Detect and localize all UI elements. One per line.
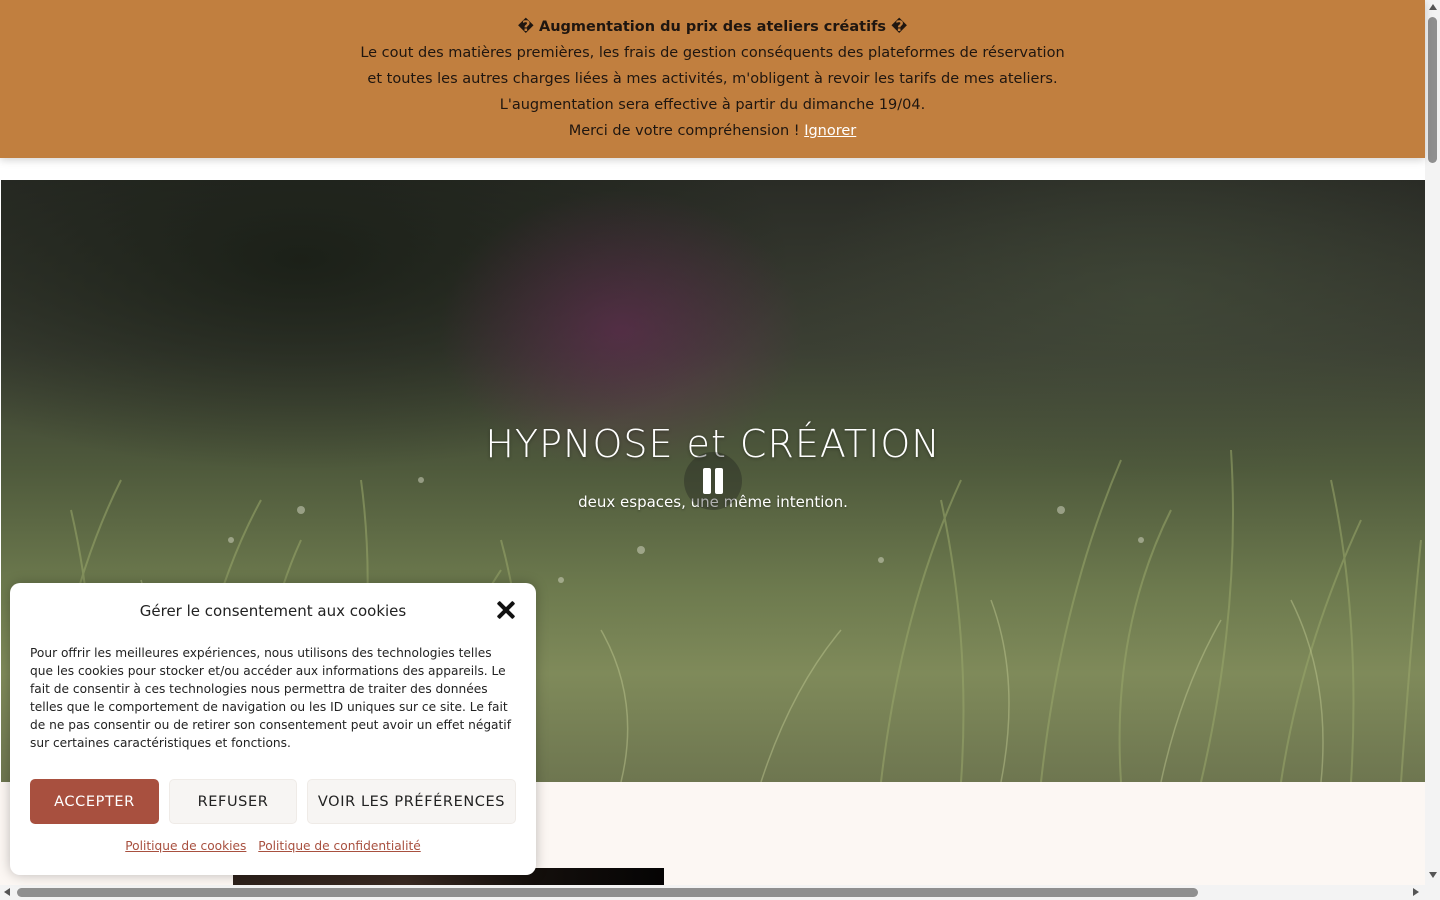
- view-preferences-button[interactable]: Voir les préférences: [307, 779, 516, 824]
- cookie-policy-link[interactable]: Politique de cookies: [125, 839, 246, 853]
- cookie-dialog-title: Gérer le consentement aux cookies: [139, 602, 407, 620]
- scroll-up-arrow-icon[interactable]: [1429, 4, 1437, 10]
- price-increase-notice: � Augmentation du prix des ateliers créa…: [0, 0, 1425, 158]
- notice-text-line: Merci de votre compréhension ! Ignorer: [0, 118, 1425, 144]
- notice-text-line: Le cout des matières premières, les frai…: [360, 45, 1065, 61]
- pause-icon[interactable]: [684, 452, 742, 510]
- close-icon[interactable]: [496, 600, 516, 620]
- notice-title: � Augmentation du prix des ateliers créa…: [517, 19, 908, 35]
- scrollbar-corner: [1425, 885, 1440, 900]
- scroll-down-arrow-icon[interactable]: [1429, 872, 1437, 878]
- notice-text-line: L'augmentation sera effective à partir d…: [499, 97, 926, 113]
- vertical-scrollbar[interactable]: [1425, 0, 1440, 885]
- scroll-left-arrow-icon[interactable]: [4, 888, 10, 896]
- accept-cookies-button[interactable]: Accepter: [30, 779, 159, 824]
- page: � Augmentation du prix des ateliers créa…: [0, 0, 1440, 900]
- scroll-right-arrow-icon[interactable]: [1413, 888, 1419, 896]
- privacy-policy-link[interactable]: Politique de confidentialité: [258, 839, 420, 853]
- cookie-dialog-text: Pour offrir les meilleures expériences, …: [30, 646, 511, 750]
- cookie-policy-links: Politique de cookies Politique de confid…: [10, 839, 536, 853]
- notice-thanks-text: Merci de votre compréhension !: [568, 123, 800, 139]
- notice-text-line: et toutes les autres charges liées à mes…: [367, 71, 1058, 87]
- vertical-scroll-thumb[interactable]: [1428, 17, 1437, 163]
- horizontal-scroll-thumb[interactable]: [17, 888, 1198, 897]
- horizontal-scrollbar[interactable]: [0, 885, 1425, 900]
- refuse-cookies-button[interactable]: Refuser: [169, 779, 297, 824]
- dismiss-notice-link[interactable]: Ignorer: [804, 123, 856, 139]
- cookie-consent-dialog: Gérer le consentement aux cookies Pour o…: [10, 583, 536, 875]
